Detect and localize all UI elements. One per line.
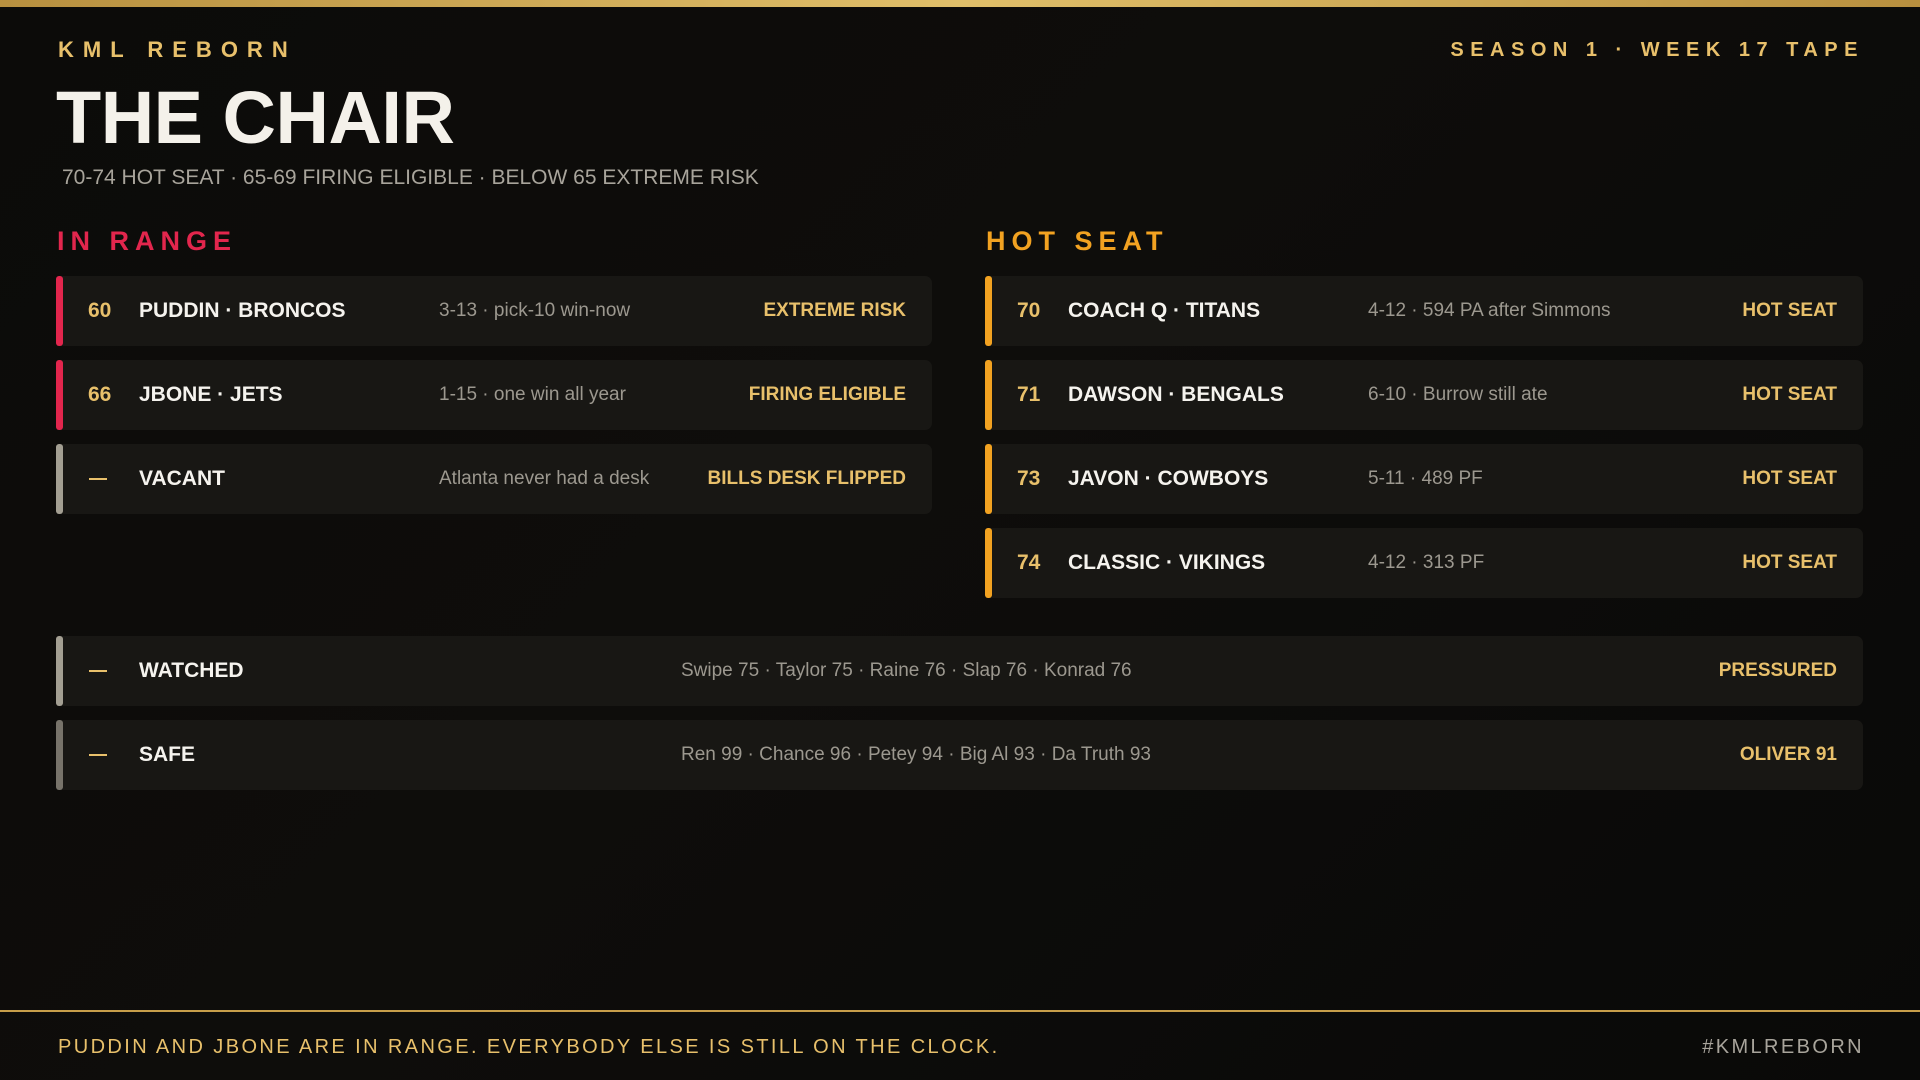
in-range-list: 60 PUDDIN · BRONCOS 3-13 · pick-10 win-n… xyxy=(56,276,932,528)
hot-seat-list: 70 COACH Q · TITANS 4-12 · 594 PA after … xyxy=(985,276,1863,612)
record-note: 1-15 · one win all year xyxy=(439,384,626,405)
status-label: HOT SEAT xyxy=(1742,300,1837,321)
coach-score: 66 xyxy=(88,383,112,406)
row-accent-bar xyxy=(985,444,992,514)
row-accent-bar xyxy=(56,276,63,346)
brand-label: KML REBORN xyxy=(58,37,297,62)
page-subtitle: 70-74 HOT SEAT · 65-69 FIRING ELIGIBLE ·… xyxy=(62,166,759,189)
coach-team-name: JBONE · JETS xyxy=(139,383,283,406)
status-label: PRESSURED xyxy=(1718,660,1837,681)
hot-seat-row: 70 COACH Q · TITANS 4-12 · 594 PA after … xyxy=(985,276,1863,346)
status-label: HOT SEAT xyxy=(1742,468,1837,489)
dash-icon xyxy=(89,754,107,756)
coach-team-name: PUDDIN · BRONCOS xyxy=(139,299,346,322)
row-accent-bar xyxy=(56,720,63,790)
status-label: OLIVER 91 xyxy=(1739,744,1837,765)
footer-divider xyxy=(0,1010,1920,1012)
coach-score: 70 xyxy=(1017,299,1041,322)
season-week-label: SEASON 1 · WEEK 17 TAPE xyxy=(1450,39,1864,61)
status-label: BILLS DESK FLIPPED xyxy=(707,468,906,489)
status-label: EXTREME RISK xyxy=(763,300,906,321)
record-note: 3-13 · pick-10 win-now xyxy=(439,300,631,321)
top-accent-bar xyxy=(0,0,1920,7)
row-accent-bar xyxy=(56,636,63,706)
coach-score: 71 xyxy=(1017,383,1041,406)
hot-seat-row: 74 CLASSIC · VIKINGS 4-12 · 313 PF HOT S… xyxy=(985,528,1863,598)
footer-hashtag: #KMLREBORN xyxy=(1702,1036,1864,1058)
footer-message: PUDDIN AND JBONE ARE IN RANGE. EVERYBODY… xyxy=(58,1036,1000,1058)
coach-team-name: VACANT xyxy=(139,467,225,490)
record-note: 4-12 · 313 PF xyxy=(1368,552,1485,573)
hot-seat-heading: HOT SEAT xyxy=(986,226,1169,256)
in-range-row: VACANT Atlanta never had a desk BILLS DE… xyxy=(56,444,932,514)
row-accent-bar xyxy=(985,360,992,430)
in-range-row: 66 JBONE · JETS 1-15 · one win all year … xyxy=(56,360,932,430)
tier-row-safe: SAFE Ren 99 · Chance 96 · Petey 94 · Big… xyxy=(56,720,1863,790)
record-note: 5-11 · 489 PF xyxy=(1368,468,1483,489)
tier-members: Swipe 75 · Taylor 75 · Raine 76 · Slap 7… xyxy=(681,660,1132,681)
row-accent-bar xyxy=(985,276,992,346)
coach-score: 60 xyxy=(88,299,112,322)
hot-seat-row: 71 DAWSON · BENGALS 6-10 · Burrow still … xyxy=(985,360,1863,430)
coach-score: 74 xyxy=(1017,551,1041,574)
row-accent-bar xyxy=(56,360,63,430)
record-note: 6-10 · Burrow still ate xyxy=(1368,384,1548,405)
in-range-row: 60 PUDDIN · BRONCOS 3-13 · pick-10 win-n… xyxy=(56,276,932,346)
status-label: FIRING ELIGIBLE xyxy=(748,384,906,405)
hot-seat-row: 73 JAVON · COWBOYS 5-11 · 489 PF HOT SEA… xyxy=(985,444,1863,514)
coach-team-name: CLASSIC · VIKINGS xyxy=(1068,551,1266,574)
page-title: THE CHAIR xyxy=(56,76,455,159)
coach-score: 73 xyxy=(1017,467,1041,490)
row-accent-bar xyxy=(985,528,992,598)
status-label: HOT SEAT xyxy=(1742,552,1837,573)
coach-team-name: DAWSON · BENGALS xyxy=(1068,383,1284,406)
tier-members: Ren 99 · Chance 96 · Petey 94 · Big Al 9… xyxy=(681,744,1151,765)
tier-name: WATCHED xyxy=(139,659,244,682)
record-note: 4-12 · 594 PA after Simmons xyxy=(1368,300,1611,321)
tier-row-watched: WATCHED Swipe 75 · Taylor 75 · Raine 76 … xyxy=(56,636,1863,706)
coach-team-name: COACH Q · TITANS xyxy=(1068,299,1261,322)
coach-team-name: JAVON · COWBOYS xyxy=(1068,467,1269,490)
dash-icon xyxy=(89,670,107,672)
in-range-heading: IN RANGE xyxy=(57,226,238,256)
status-label: HOT SEAT xyxy=(1742,384,1837,405)
dash-icon xyxy=(89,478,107,480)
tier-name: SAFE xyxy=(139,743,196,766)
row-accent-bar xyxy=(56,444,63,514)
tier-list: WATCHED Swipe 75 · Taylor 75 · Raine 76 … xyxy=(56,636,1863,804)
record-note: Atlanta never had a desk xyxy=(439,468,650,489)
